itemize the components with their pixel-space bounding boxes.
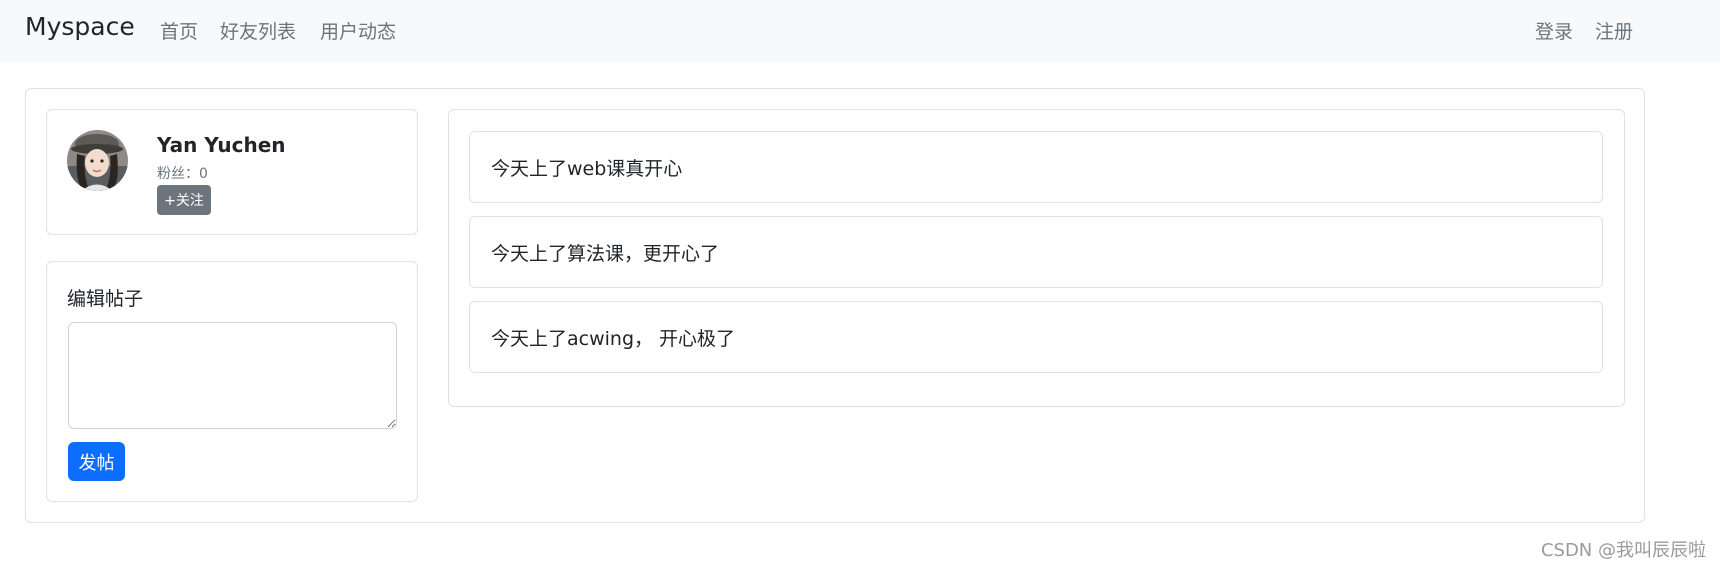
post-content: 今天上了acwing， 开心极了 <box>491 328 736 350</box>
brand-link[interactable]: Myspace <box>25 12 135 41</box>
top-navbar: Myspace 首页 好友列表 用户动态 登录 注册 <box>0 0 1720 63</box>
nav-link-home[interactable]: 首页 <box>160 17 198 44</box>
nav-link-friends[interactable]: 好友列表 <box>220 17 296 44</box>
profile-username: Yan Yuchen <box>157 133 286 157</box>
edit-post-title: 编辑帖子 <box>67 288 144 310</box>
post-content-textarea[interactable] <box>68 322 397 429</box>
nav-link-activity[interactable]: 用户动态 <box>320 17 396 44</box>
follow-button[interactable]: +关注 <box>157 185 211 215</box>
nav-link-login[interactable]: 登录 <box>1535 17 1573 44</box>
csdn-watermark: CSDN @我叫辰辰啦 <box>1540 540 1706 561</box>
profile-fans-count: 粉丝：0 <box>157 166 208 182</box>
avatar <box>67 130 128 191</box>
nav-link-register[interactable]: 注册 <box>1595 17 1633 44</box>
post-content: 今天上了算法课，更开心了 <box>491 243 720 265</box>
post-item: 今天上了算法课，更开心了 <box>469 216 1603 288</box>
post-item: 今天上了web课真开心 <box>469 131 1603 203</box>
post-item: 今天上了acwing， 开心极了 <box>469 301 1603 373</box>
publish-post-button[interactable]: 发帖 <box>68 442 125 481</box>
post-content: 今天上了web课真开心 <box>491 158 683 180</box>
avatar-image <box>67 130 128 191</box>
